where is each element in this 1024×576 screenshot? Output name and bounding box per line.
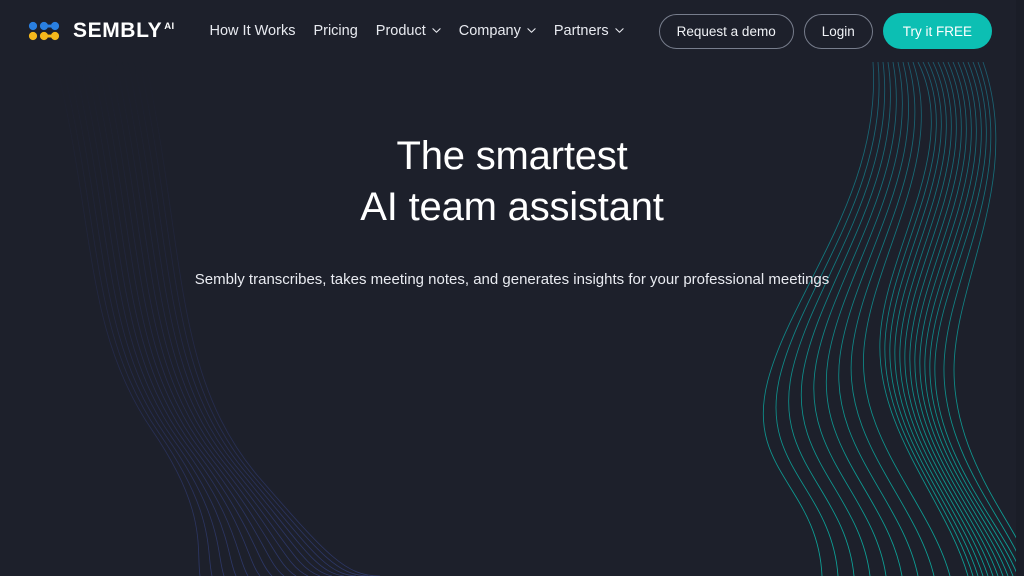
chevron-down-icon [615,26,624,35]
nav-label: Product [375,23,426,39]
nav-label: Company [458,23,521,39]
header-actions: Request a demo Login Try it FREE [658,13,992,49]
hero-subtitle: Sembly transcribes, takes meeting notes,… [194,271,830,288]
main-navigation: How It Works Pricing Product Company Par… [201,17,633,45]
sembly-dots-logo-icon [28,21,60,41]
hero-section: The smartest AI team assistant Sembly tr… [0,62,1024,290]
try-it-free-button[interactable]: Try it FREE [882,13,992,49]
page-scrollbar[interactable] [1016,0,1024,576]
brand-name: SEMBLY [73,19,163,42]
nav-label: How It Works [209,23,296,39]
hero-title-line-1: The smartest [396,134,628,178]
login-button[interactable]: Login [803,13,873,49]
nav-item-how-it-works[interactable]: How It Works [201,17,305,45]
nav-label: Pricing [313,23,358,39]
hero-title: The smartest AI team assistant [0,136,1024,227]
nav-item-partners[interactable]: Partners [545,17,633,45]
brand-superscript: AI [164,21,175,32]
nav-label: Partners [553,23,609,39]
hero-title-line-2: AI team assistant [360,185,664,229]
brand-logo[interactable]: SEMBLY AI [28,19,175,43]
chevron-down-icon [527,26,536,35]
nav-item-pricing[interactable]: Pricing [304,17,366,45]
nav-item-product[interactable]: Product [367,17,450,45]
chevron-down-icon [432,26,441,35]
site-header: SEMBLY AI How It Works Pricing Product C… [0,0,1024,62]
request-demo-button[interactable]: Request a demo [658,13,794,49]
nav-item-company[interactable]: Company [450,17,545,45]
page-root: SEMBLY AI How It Works Pricing Product C… [0,0,1024,576]
